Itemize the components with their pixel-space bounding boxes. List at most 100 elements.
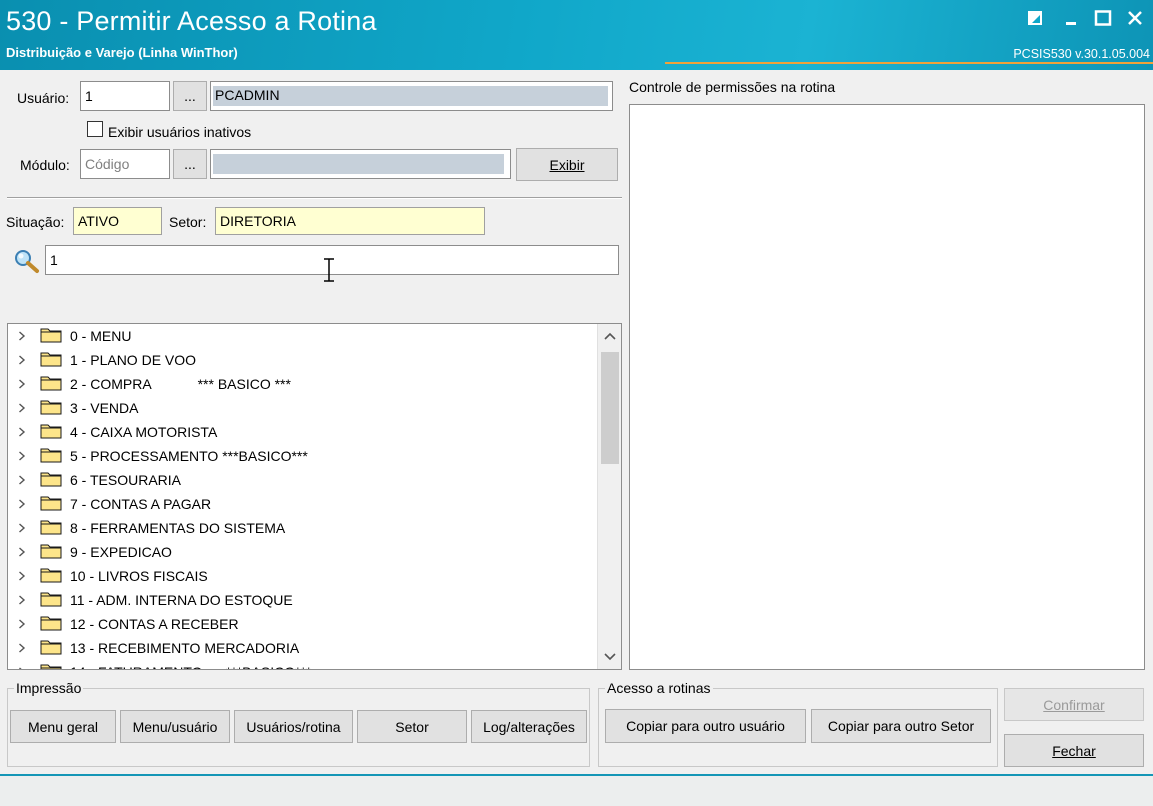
tree-item[interactable]: 10 - LIVROS FISCAIS <box>8 564 208 588</box>
exibir-label: Exibir <box>549 156 585 173</box>
folder-icon <box>40 398 62 418</box>
tree-item-label: 9 - EXPEDICAO <box>70 544 172 560</box>
tree-item[interactable]: 3 - VENDA <box>8 396 138 420</box>
tree-item[interactable]: 14 - FATURAMENTO ***BASICO*** <box>8 660 311 669</box>
chevron-right-icon[interactable] <box>18 449 28 464</box>
scroll-down-icon[interactable] <box>598 645 621 669</box>
usuario-browse-button[interactable]: ... <box>173 81 207 111</box>
chevron-right-icon[interactable] <box>18 473 28 488</box>
setor-label: Setor: <box>169 214 207 230</box>
fechar-label: Fechar <box>1052 742 1096 759</box>
tree-item[interactable]: 0 - MENU <box>8 324 131 348</box>
chevron-right-icon[interactable] <box>18 401 28 416</box>
tree-item[interactable]: 4 - CAIXA MOTORISTA <box>8 420 217 444</box>
confirmar-button[interactable]: Confirmar <box>1004 688 1144 721</box>
copiar-setor-button[interactable]: Copiar para outro Setor <box>811 709 991 743</box>
folder-icon <box>40 494 62 514</box>
chevron-right-icon[interactable] <box>18 641 28 656</box>
search-icon[interactable] <box>13 248 41 274</box>
copiar-usuario-button[interactable]: Copiar para outro usuário <box>605 709 806 743</box>
restore-icon[interactable] <box>1024 8 1046 28</box>
folder-icon <box>40 326 62 346</box>
modulo-browse-button[interactable]: ... <box>173 149 207 179</box>
window-title: 530 - Permitir Acesso a Rotina <box>6 6 377 36</box>
chevron-right-icon[interactable] <box>18 497 28 512</box>
folder-icon <box>40 566 62 586</box>
usuario-name-text: PCADMIN <box>215 87 280 103</box>
chevron-right-icon[interactable] <box>18 569 28 584</box>
folder-icon <box>40 374 62 394</box>
tree-item-label: 12 - CONTAS A RECEBER <box>70 616 239 632</box>
usuario-label: Usuário: <box>17 90 70 106</box>
tree-item[interactable]: 1 - PLANO DE VOO <box>8 348 196 372</box>
tree-item[interactable]: 2 - COMPRA *** BASICO *** <box>8 372 291 396</box>
tree-item-label: 13 - RECEBIMENTO MERCADORIA <box>70 640 300 656</box>
folder-icon <box>40 638 62 658</box>
chevron-right-icon[interactable] <box>18 521 28 536</box>
close-icon[interactable] <box>1124 8 1146 28</box>
confirmar-label: Confirmar <box>1043 696 1105 713</box>
scroll-up-icon[interactable] <box>598 324 621 348</box>
chevron-right-icon[interactable] <box>18 593 28 608</box>
chevron-right-icon[interactable] <box>18 425 28 440</box>
minimize-icon[interactable] <box>1060 8 1082 28</box>
window-subtitle: Distribuição e Varejo (Linha WinThor) <box>6 45 238 60</box>
maximize-icon[interactable] <box>1092 8 1114 28</box>
chevron-right-icon[interactable] <box>18 329 28 344</box>
tree-item[interactable]: 9 - EXPEDICAO <box>8 540 172 564</box>
tree-item-label: 11 - ADM. INTERNA DO ESTOQUE <box>70 592 293 608</box>
folder-icon <box>40 614 62 634</box>
title-accent-line <box>665 62 1153 64</box>
chevron-right-icon[interactable] <box>18 377 28 392</box>
chevron-right-icon[interactable] <box>18 665 28 669</box>
tree-item-label: 14 - FATURAMENTO ***BASICO*** <box>70 664 311 669</box>
chevron-right-icon[interactable] <box>18 353 28 368</box>
fechar-button[interactable]: Fechar <box>1004 734 1144 767</box>
folder-icon <box>40 542 62 562</box>
separator-highlight <box>7 198 622 199</box>
setor-field: DIRETORIA <box>215 207 485 235</box>
modulo-name-fill <box>213 154 504 174</box>
usuario-name-field: PCADMIN <box>210 81 613 111</box>
tree-item[interactable]: 7 - CONTAS A PAGAR <box>8 492 211 516</box>
folder-icon <box>40 422 62 442</box>
tree-scrollbar[interactable] <box>597 324 621 669</box>
tree-item[interactable]: 6 - TESOURARIA <box>8 468 181 492</box>
tree-item-label: 10 - LIVROS FISCAIS <box>70 568 208 584</box>
impressao-title: Impressão <box>14 680 84 696</box>
tree-item-label: 0 - MENU <box>70 328 132 344</box>
menu-geral-button[interactable]: Menu geral <box>10 710 116 743</box>
tree-item[interactable]: 13 - RECEBIMENTO MERCADORIA <box>8 636 299 660</box>
usuarios-rotina-button[interactable]: Usuários/rotina <box>234 710 353 743</box>
tree-item[interactable]: 8 - FERRAMENTAS DO SISTEMA <box>8 516 285 540</box>
scroll-thumb[interactable] <box>601 352 619 464</box>
folder-icon <box>40 662 62 669</box>
setor-button[interactable]: Setor <box>357 710 467 743</box>
tree-item-label: 3 - VENDA <box>70 400 139 416</box>
chevron-right-icon[interactable] <box>18 545 28 560</box>
log-alteracoes-button[interactable]: Log/alterações <box>471 710 587 743</box>
menu-tree[interactable]: 0 - MENU 1 - PLANO DE VOO 2 - COMPRA *** B… <box>7 323 622 670</box>
permissions-title: Controle de permissões na rotina <box>629 79 836 95</box>
tree-item[interactable]: 12 - CONTAS A RECEBER <box>8 612 239 636</box>
menu-usuario-button[interactable]: Menu/usuário <box>120 710 230 743</box>
modulo-name-field <box>210 149 511 179</box>
tree-item-label: 8 - FERRAMENTAS DO SISTEMA <box>70 520 286 536</box>
folder-icon <box>40 470 62 490</box>
tree-item[interactable]: 11 - ADM. INTERNA DO ESTOQUE <box>8 588 293 612</box>
exibir-button[interactable]: Exibir <box>516 148 618 181</box>
inactive-users-checkbox[interactable] <box>87 121 103 137</box>
title-bar: 530 - Permitir Acesso a Rotina Distribui… <box>0 0 1153 70</box>
modulo-code-input[interactable]: Código <box>80 149 170 179</box>
chevron-right-icon[interactable] <box>18 617 28 632</box>
tree-item-label: 2 - COMPRA *** BASICO *** <box>70 376 291 392</box>
tree-item[interactable]: 5 - PROCESSAMENTO ***BASICO*** <box>8 444 308 468</box>
tree-item-label: 5 - PROCESSAMENTO ***BASICO*** <box>70 448 308 464</box>
usuario-code-input[interactable]: 1 <box>80 81 170 111</box>
permissions-box[interactable] <box>629 104 1145 670</box>
tree-item-label: 4 - CAIXA MOTORISTA <box>70 424 218 440</box>
inactive-users-label: Exibir usuários inativos <box>108 124 252 140</box>
text-cursor-icon <box>322 258 336 282</box>
folder-icon <box>40 518 62 538</box>
situacao-label: Situação: <box>6 214 65 230</box>
